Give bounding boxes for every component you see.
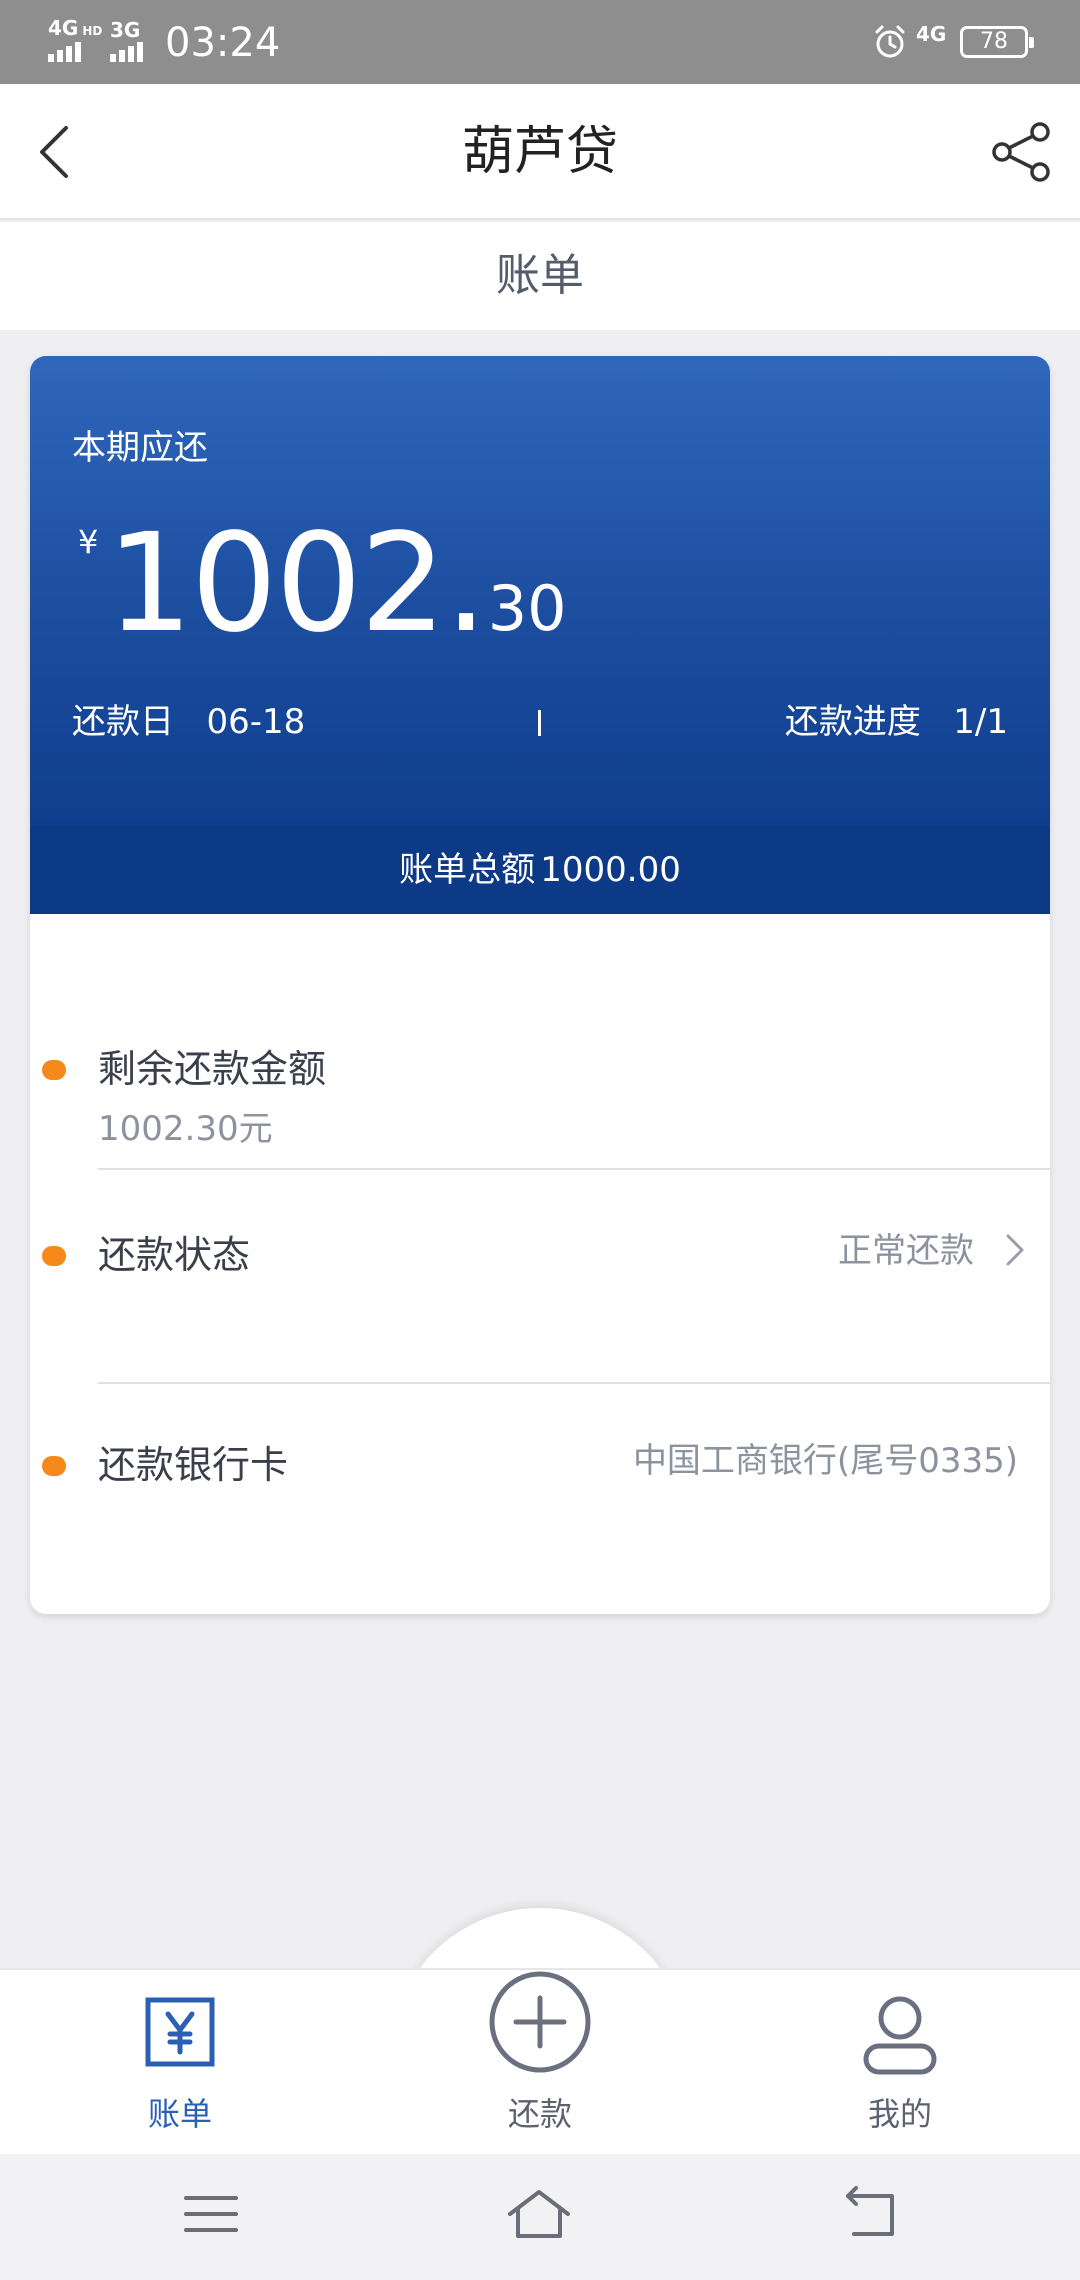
user-icon xyxy=(863,1996,937,2075)
status-time: 03:24 xyxy=(165,20,281,66)
sim1-hd-label: HD xyxy=(82,24,103,38)
bullet-dot xyxy=(42,1246,66,1266)
due-date-value: 06-18 xyxy=(206,702,306,742)
detail-row-remaining: 剩余还款金额 1002.30元 xyxy=(30,914,1050,1160)
system-nav-bar xyxy=(0,2154,1080,2280)
tab-bill-label: 账单 xyxy=(147,2095,212,2133)
bullet-dot xyxy=(42,1060,66,1080)
plus-circle-icon xyxy=(489,1971,591,2073)
section-header: 账单 xyxy=(0,222,1080,330)
amount-decimal: 30 xyxy=(487,572,567,645)
page-title: 葫芦贷 xyxy=(461,122,618,182)
detail-row-bank-card: 还款银行卡 中国工商银行(尾号0335) xyxy=(30,1384,1050,1614)
bill-total-label: 账单总额 xyxy=(399,850,536,890)
tab-mine-label: 我的 xyxy=(867,2095,932,2133)
tab-bill[interactable]: 账单 xyxy=(60,1970,300,2156)
battery-icon: 78 xyxy=(960,26,1034,58)
detail-label: 还款状态 xyxy=(98,1233,251,1277)
bullet-dot xyxy=(42,1456,66,1476)
due-date-label: 还款日 xyxy=(72,702,174,742)
tab-repay[interactable]: 还款 xyxy=(420,1970,660,2156)
bill-total: 账单总额 1000.00 xyxy=(30,826,1050,914)
bill-total-value: 1000.00 xyxy=(540,850,681,890)
bill-summary: 本期应还 ¥ 1002 . 30 还款日 06-18 还款进度 1/1 xyxy=(30,356,1050,828)
due-amount-label: 本期应还 xyxy=(72,428,208,468)
detail-label: 剩余还款金额 xyxy=(98,1047,327,1091)
menu-icon[interactable] xyxy=(176,2184,246,2244)
due-date: 还款日 06-18 xyxy=(72,700,305,744)
detail-value: 中国工商银行(尾号0335) xyxy=(632,1441,1018,1481)
home-icon[interactable] xyxy=(504,2184,574,2244)
detail-value: 正常还款 xyxy=(838,1231,974,1271)
amount-decimal-point: . xyxy=(444,505,488,663)
section-title: 账单 xyxy=(496,250,584,301)
back-nav-icon[interactable] xyxy=(834,2184,904,2244)
chevron-right-icon xyxy=(1006,1234,1024,1266)
repay-progress-label: 还款进度 xyxy=(784,702,921,742)
sim1-network-label: 4G xyxy=(48,16,79,40)
detail-value: 1002.30元 xyxy=(98,1109,273,1149)
repay-progress: 还款进度 1/1 xyxy=(785,700,1008,744)
alarm-icon xyxy=(875,25,905,58)
data-network-label: 4G xyxy=(916,22,947,46)
app-header: 葫芦贷 xyxy=(0,84,1080,220)
due-amount: ¥ 1002 . 30 xyxy=(78,516,567,652)
currency-symbol: ¥ xyxy=(78,523,99,561)
bottom-tab-bar: 账单 还款 我的 xyxy=(0,1968,1080,2154)
detail-row-status[interactable]: 还款状态 正常还款 xyxy=(30,1170,1050,1382)
bill-card: 本期应还 ¥ 1002 . 30 还款日 06-18 还款进度 1/1 账单总额… xyxy=(30,356,1050,1614)
status-bar: 4G HD 3G 03:24 4G 78 xyxy=(0,0,1080,84)
tab-mine[interactable]: 我的 xyxy=(780,1970,1020,2156)
summary-divider xyxy=(538,710,541,736)
amount-integer: 1002 xyxy=(106,505,446,663)
detail-label: 还款银行卡 xyxy=(98,1443,289,1487)
repay-progress-value: 1/1 xyxy=(953,702,1008,742)
share-icon[interactable] xyxy=(990,120,1054,184)
sim2-network-label: 3G xyxy=(110,18,141,42)
tab-repay-label: 还款 xyxy=(507,2095,572,2133)
battery-level: 78 xyxy=(980,29,1008,54)
bill-yen-icon xyxy=(145,1997,215,2067)
